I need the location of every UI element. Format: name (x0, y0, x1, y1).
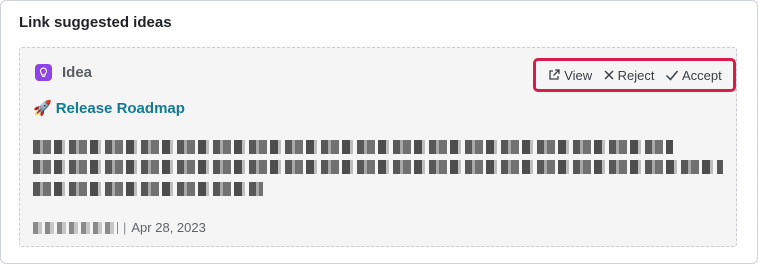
lightbulb-icon (35, 64, 52, 81)
idea-meta: | Apr 28, 2023 (33, 220, 206, 235)
rocket-icon: 🚀 (33, 100, 52, 117)
idea-card: Idea View Reject Accept 🚀 Release Roadma… (19, 47, 737, 247)
meta-separator: | (123, 220, 127, 235)
idea-title-row: 🚀 Release Roadmap (33, 100, 185, 117)
reject-button[interactable]: Reject (603, 68, 655, 83)
view-button[interactable]: View (547, 68, 592, 83)
external-link-icon (547, 68, 561, 82)
redacted-description-line (33, 160, 723, 174)
accept-label: Accept (681, 67, 722, 83)
close-icon (603, 69, 615, 81)
suggested-ideas-panel: Link suggested ideas Idea View Reject Ac… (0, 0, 758, 264)
view-label: View (564, 67, 593, 83)
accept-button[interactable]: Accept (665, 68, 722, 83)
checkmark-icon (665, 69, 679, 81)
redacted-author (33, 221, 118, 234)
reject-label: Reject (617, 67, 655, 83)
action-group: View Reject Accept (533, 58, 736, 92)
idea-type-label: Idea (62, 64, 93, 81)
idea-title-link[interactable]: Release Roadmap (56, 100, 185, 117)
redacted-description-line (33, 140, 673, 154)
idea-date: Apr 28, 2023 (131, 220, 206, 235)
panel-title: Link suggested ideas (19, 14, 172, 31)
redacted-description-line (33, 182, 263, 196)
